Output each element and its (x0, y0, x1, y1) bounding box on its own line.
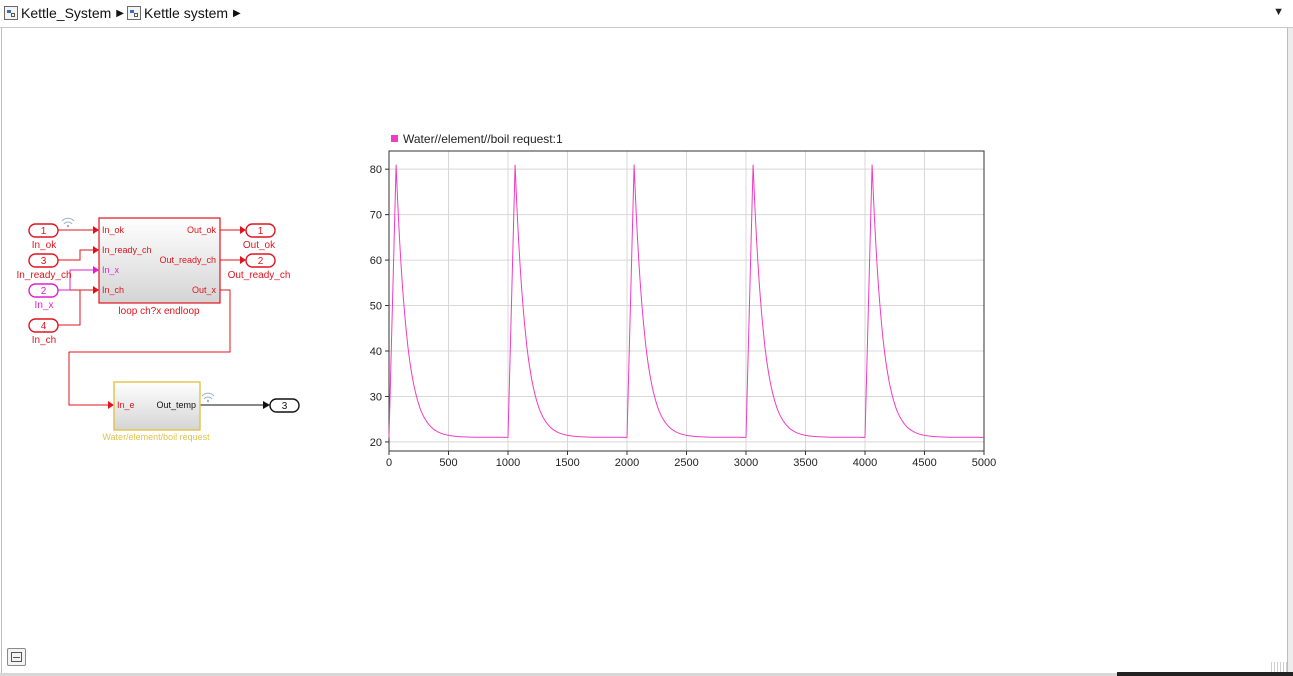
collapse-toggle-button[interactable] (7, 648, 26, 666)
x-tick-label: 0 (386, 457, 392, 469)
x-tick-label: 2500 (674, 457, 698, 469)
x-tick-label: 500 (439, 457, 457, 469)
legend-label: Water//element//boil request:1 (403, 132, 563, 146)
y-axis-ticks: 20 30 40 50 60 70 80 (370, 164, 389, 449)
chart-grid (388, 151, 985, 451)
x-tick-label: 1500 (555, 457, 579, 469)
x-tick-label: 3500 (793, 457, 817, 469)
resize-grip[interactable] (1271, 662, 1289, 672)
y-tick-label: 80 (370, 164, 382, 176)
y-tick-label: 50 (370, 301, 382, 313)
y-tick-label: 30 (370, 391, 382, 403)
chart-legend: Water//element//boil request:1 (391, 132, 563, 146)
y-tick-label: 70 (370, 210, 382, 222)
x-tick-label: 4500 (912, 457, 936, 469)
x-tick-label: 5000 (972, 457, 996, 469)
x-tick-label: 2000 (615, 457, 639, 469)
status-strip (1117, 672, 1293, 676)
y-tick-label: 40 (370, 346, 382, 358)
x-tick-label: 1000 (496, 457, 520, 469)
y-tick-label: 60 (370, 255, 382, 267)
signal-plot: Water//element//boil request:1 0 500 1000 1… (370, 132, 996, 469)
x-tick-label: 3000 (734, 457, 758, 469)
y-tick-label: 20 (370, 437, 382, 449)
x-axis-ticks: 0 500 1000 1500 2000 2500 3000 3500 4000 4500 5000 (386, 451, 996, 469)
x-tick-label: 4000 (853, 457, 877, 469)
legend-swatch (391, 135, 398, 142)
